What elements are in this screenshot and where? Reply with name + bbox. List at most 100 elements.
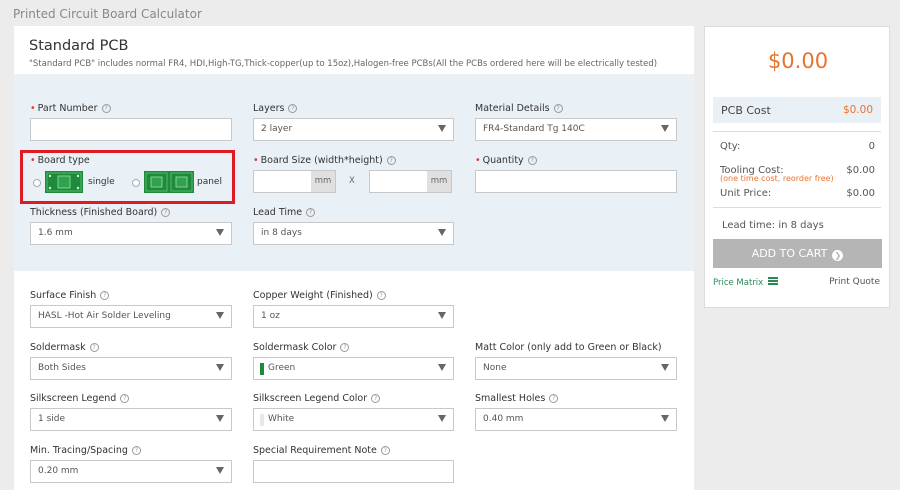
thickness-value: 1.6 mm (38, 228, 73, 238)
page-title: Printed Circuit Board Calculator (13, 7, 202, 21)
required-mark: • (475, 155, 481, 166)
board-type-single-label: single (88, 177, 115, 187)
green-swatch (260, 363, 264, 375)
special-note-label: Special Requirement Note? (253, 445, 390, 456)
soldermask-color-label-text: Soldermask Color (253, 342, 337, 353)
quantity-label: • Quantity? (475, 155, 537, 166)
help-icon[interactable]: ? (386, 156, 396, 165)
caret-down-icon (438, 415, 446, 422)
thickness-label-text: Thickness (Finished Board) (30, 207, 158, 218)
help-icon[interactable]: ? (527, 156, 537, 165)
part-number-label: • Part Number? (30, 103, 111, 114)
board-type-single-radio[interactable] (33, 179, 41, 187)
help-icon[interactable]: ? (161, 208, 171, 217)
copper-weight-value: 1 oz (261, 311, 280, 321)
panel-header: Standard PCB "Standard PCB" includes nor… (14, 26, 694, 74)
smallest-holes-value: 0.40 mm (483, 414, 524, 424)
lead-time-select[interactable]: in 8 days (253, 222, 454, 245)
price-summary-panel: $0.00 PCB Cost $0.00 Qty: 0 Tooling Cost… (704, 26, 890, 308)
help-icon[interactable]: ? (89, 343, 99, 352)
help-icon[interactable]: ? (120, 394, 130, 403)
help-icon[interactable]: ? (380, 446, 390, 455)
quantity-input[interactable] (475, 170, 677, 193)
copper-weight-label: Copper Weight (Finished)? (253, 290, 386, 301)
soldermask-color-value: Green (268, 363, 296, 373)
qty-label: Qty: (720, 141, 741, 152)
caret-down-icon (216, 415, 224, 422)
caret-down-icon (661, 415, 669, 422)
help-icon[interactable]: ? (553, 104, 563, 113)
price-matrix-label: Price Matrix (713, 278, 764, 288)
copper-weight-select[interactable]: 1 oz (253, 305, 454, 328)
surface-finish-label: Surface Finish? (30, 290, 110, 301)
material-label: Material Details? (475, 103, 563, 114)
help-icon[interactable]: ? (131, 446, 141, 455)
min-tracing-label-text: Min. Tracing/Spacing (30, 445, 128, 456)
section-subtitle: "Standard PCB" includes normal FR4, HDI,… (29, 59, 658, 69)
caret-down-icon (216, 229, 224, 236)
size-separator: X (349, 176, 355, 186)
layers-label-text: Layers (253, 103, 285, 114)
part-number-label-text: Part Number (37, 103, 98, 114)
board-size-label: • Board Size (width*height)? (253, 155, 396, 166)
print-quote-link[interactable]: Print Quote (829, 277, 880, 287)
min-tracing-label: Min. Tracing/Spacing? (30, 445, 141, 456)
section-title: Standard PCB (29, 38, 129, 54)
board-width-input[interactable]: mm (253, 170, 336, 193)
material-label-text: Material Details (475, 103, 550, 114)
help-icon[interactable]: ? (371, 394, 381, 403)
calculator-panel: Standard PCB "Standard PCB" includes nor… (14, 26, 694, 490)
help-icon[interactable]: ? (288, 104, 298, 113)
required-mark: • (253, 155, 259, 166)
smallest-holes-label-text: Smallest Holes (475, 393, 546, 404)
divider (713, 131, 881, 132)
matt-color-select[interactable]: None (475, 357, 677, 380)
silkscreen-color-value: White (268, 414, 295, 424)
min-tracing-select[interactable]: 0.20 mm (30, 460, 232, 483)
add-to-cart-button[interactable]: ADD TO CART ❯ (713, 239, 882, 268)
caret-down-icon (216, 467, 224, 474)
list-icon (767, 277, 778, 285)
part-number-input[interactable] (30, 118, 232, 141)
board-type-label: • Board type (30, 155, 90, 166)
help-icon[interactable]: ? (100, 291, 110, 300)
board-height-input[interactable]: mm (369, 170, 452, 193)
help-icon[interactable]: ? (101, 104, 111, 113)
required-mark: • (30, 103, 36, 114)
required-mark: • (30, 155, 36, 166)
unit-price-value: $0.00 (846, 188, 875, 199)
width-unit: mm (311, 171, 335, 192)
tooling-cost-note: (one time cost, reorder free) (720, 174, 834, 183)
help-icon[interactable]: ? (549, 394, 559, 403)
surface-finish-select[interactable]: HASL -Hot Air Solder Leveling (30, 305, 232, 328)
caret-down-icon (438, 364, 446, 371)
lead-time-label-text: Lead Time (253, 207, 303, 218)
soldermask-select[interactable]: Both Sides (30, 357, 232, 380)
help-icon[interactable]: ? (306, 208, 316, 217)
material-select[interactable]: FR4-Standard Tg 140C (475, 118, 677, 141)
board-type-panel-radio[interactable] (132, 179, 140, 187)
surface-finish-value: HASL -Hot Air Solder Leveling (38, 311, 171, 321)
layers-select[interactable]: 2 layer (253, 118, 454, 141)
silkscreen-legend-select[interactable]: 1 side (30, 408, 232, 431)
add-to-cart-label: ADD TO CART (751, 247, 828, 260)
height-unit: mm (427, 171, 451, 192)
price-matrix-link[interactable]: Price Matrix (713, 277, 778, 288)
single-pcb-icon (45, 171, 83, 193)
help-icon[interactable]: ? (340, 343, 350, 352)
help-icon[interactable]: ? (376, 291, 386, 300)
white-swatch (260, 414, 264, 426)
caret-down-icon (661, 125, 669, 132)
soldermask-color-select[interactable]: Green (253, 357, 454, 380)
smallest-holes-select[interactable]: 0.40 mm (475, 408, 677, 431)
silkscreen-color-select[interactable]: White (253, 408, 454, 431)
thickness-select[interactable]: 1.6 mm (30, 222, 232, 245)
pcb-cost-row: PCB Cost $0.00 (713, 97, 881, 123)
divider (713, 207, 881, 208)
caret-down-icon (216, 312, 224, 319)
material-value: FR4-Standard Tg 140C (483, 124, 585, 134)
unit-price-label: Unit Price: (720, 188, 772, 199)
silkscreen-legend-label: Silkscreen Legend? (30, 393, 130, 404)
soldermask-color-label: Soldermask Color? (253, 342, 350, 353)
special-note-input[interactable] (253, 460, 454, 483)
